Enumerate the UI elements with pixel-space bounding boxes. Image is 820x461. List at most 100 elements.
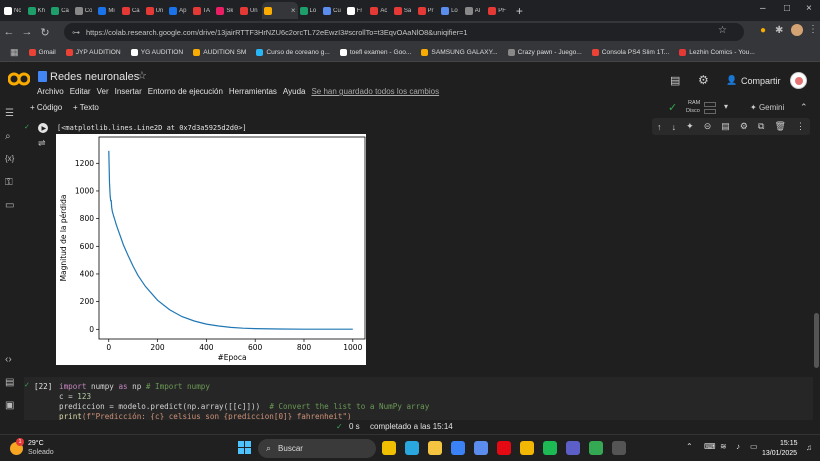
- bookmark-item[interactable]: YG AUDITION: [130, 48, 183, 56]
- browser-tab[interactable]: Ca: [120, 2, 144, 19]
- puzzle-icon[interactable]: ✱: [775, 25, 783, 36]
- code-snippets-icon[interactable]: ‹›: [5, 354, 12, 365]
- code-line-3[interactable]: prediccion = modelo.predict(np.array([[c…: [59, 402, 429, 411]
- browser-tab[interactable]: Co: [73, 2, 97, 19]
- menu-item[interactable]: Editar: [70, 87, 91, 96]
- store-icon[interactable]: [451, 441, 465, 455]
- extension-icon[interactable]: ●: [760, 25, 766, 36]
- bookmark-star-icon[interactable]: ☆: [718, 25, 727, 36]
- browser-tab[interactable]: PF: [486, 2, 510, 19]
- settings-gear-icon[interactable]: ⚙: [698, 73, 709, 87]
- bookmark-item[interactable]: SAMSUNG GALAXY...: [421, 48, 498, 56]
- bookmark-item[interactable]: AUDITION SM: [193, 48, 246, 56]
- browser-tab[interactable]: Kh: [26, 2, 50, 19]
- battery-icon[interactable]: ▭: [750, 442, 758, 451]
- keyboard-icon[interactable]: ⌨: [704, 442, 716, 451]
- tab-close-icon[interactable]: ×: [291, 6, 296, 15]
- teams-icon[interactable]: [566, 441, 580, 455]
- output-actions-icon[interactable]: ⇌: [38, 138, 46, 149]
- chrome-icon[interactable]: [589, 441, 603, 455]
- new-tab-button[interactable]: +: [516, 4, 523, 18]
- browser-tab[interactable]: Sk: [214, 2, 238, 19]
- menu-item[interactable]: Ayuda: [283, 87, 306, 96]
- command-palette-icon[interactable]: ▤: [5, 377, 14, 388]
- browser-tab[interactable]: TA: [191, 2, 215, 19]
- completed-status[interactable]: completado a las 15:14: [370, 422, 453, 431]
- maximize-icon[interactable]: □: [784, 3, 790, 14]
- scrollbar-thumb[interactable]: [814, 313, 819, 368]
- add-text-button[interactable]: + Texto: [73, 103, 99, 112]
- account-avatar[interactable]: [790, 72, 807, 89]
- comments-icon[interactable]: ▤: [670, 74, 680, 87]
- folder-icon[interactable]: [520, 441, 534, 455]
- run-cell-button[interactable]: ▶: [38, 123, 48, 133]
- bookmark-item[interactable]: toefl examen - Goo...: [339, 48, 411, 56]
- more-icon[interactable]: ⋮: [796, 121, 805, 132]
- delete-icon[interactable]: 🗑: [774, 121, 785, 132]
- add-code-button[interactable]: + Código: [30, 103, 62, 112]
- terminal-icon[interactable]: ▣: [5, 400, 14, 411]
- bookmark-item[interactable]: JYP AUDITION: [65, 48, 121, 56]
- code-line-2[interactable]: c = 123: [59, 392, 91, 401]
- browser-tab[interactable]: Lo: [439, 2, 463, 19]
- browser-tab[interactable]: Ac: [368, 2, 392, 19]
- terminal-icon[interactable]: [612, 441, 626, 455]
- browser-tab[interactable]: Al: [463, 2, 487, 19]
- link-icon[interactable]: ⊝: [704, 121, 712, 132]
- browser-tab[interactable]: Ap: [167, 2, 191, 19]
- wifi-icon[interactable]: ≋: [720, 442, 727, 451]
- netflix-icon[interactable]: [497, 441, 511, 455]
- tray-chevron-icon[interactable]: ⌃: [686, 442, 693, 451]
- browser-tab[interactable]: Un: [238, 2, 262, 19]
- browser-tab[interactable]: Un: [144, 2, 168, 19]
- notebook-title[interactable]: Redes neuronales: [50, 71, 139, 83]
- edge-icon[interactable]: [405, 441, 419, 455]
- browser-tab[interactable]: ×: [261, 2, 298, 19]
- profile-avatar[interactable]: [791, 24, 803, 36]
- colab-logo-icon[interactable]: [8, 71, 30, 87]
- start-windows-icon[interactable]: [238, 441, 252, 455]
- browser-tab[interactable]: Mi: [96, 2, 120, 19]
- mirror-icon[interactable]: ⧉: [758, 121, 764, 132]
- taskbar-search[interactable]: ⌕ Buscar: [258, 439, 376, 458]
- site-info-icon[interactable]: ⊶: [72, 28, 80, 37]
- bookmark-item[interactable]: Crazy pawn - Juego...: [507, 48, 582, 56]
- secrets-key-icon[interactable]: ⚿: [5, 177, 13, 188]
- menu-item[interactable]: Archivo: [37, 87, 64, 96]
- move-up-icon[interactable]: ↑: [657, 122, 662, 132]
- omnibox[interactable]: ⊶ https://colab.research.google.com/driv…: [64, 23, 744, 41]
- ram-meter[interactable]: [704, 102, 716, 107]
- files-icon[interactable]: [428, 441, 442, 455]
- menu-item[interactable]: Insertar: [115, 87, 142, 96]
- window-close-icon[interactable]: ×: [806, 3, 812, 14]
- explorer-icon[interactable]: [382, 441, 396, 455]
- forward-icon[interactable]: →: [18, 26, 36, 38]
- toc-icon[interactable]: ☰: [5, 108, 14, 119]
- share-button[interactable]: Compartir: [741, 76, 781, 86]
- variables-icon[interactable]: {x}: [5, 154, 14, 163]
- sparkle-icon[interactable]: ✦: [686, 121, 694, 132]
- code-line-1[interactable]: import numpy as np # Import numpy: [59, 382, 210, 391]
- clock-date[interactable]: 13/01/2025: [762, 450, 797, 457]
- clock-time[interactable]: 15:15: [780, 440, 798, 447]
- volume-icon[interactable]: ♪: [736, 442, 740, 451]
- move-down-icon[interactable]: ↓: [672, 122, 677, 132]
- browser-tab[interactable]: Sa: [392, 2, 416, 19]
- menu-item[interactable]: Ver: [97, 87, 109, 96]
- bookmark-item[interactable]: Consola PS4 Slim 1T...: [591, 48, 669, 56]
- bookmark-item[interactable]: Gmail: [28, 48, 56, 56]
- browser-tab[interactable]: Fr: [345, 2, 369, 19]
- share-icon[interactable]: 👤: [726, 75, 737, 86]
- cell-settings-icon[interactable]: ⚙: [740, 121, 748, 132]
- bookmark-item[interactable]: Curso de coreano g...: [256, 48, 330, 56]
- browser-tab[interactable]: Ca: [49, 2, 73, 19]
- scrollbar[interactable]: [813, 118, 820, 420]
- save-status-link[interactable]: Se han guardado todos los cambios: [311, 87, 439, 96]
- spotify-icon[interactable]: [543, 441, 557, 455]
- apps-grid-icon[interactable]: ▦: [10, 47, 19, 58]
- browser-tab[interactable]: Nc: [2, 2, 26, 19]
- back-icon[interactable]: ←: [0, 26, 18, 38]
- disk-meter[interactable]: [704, 109, 716, 114]
- browser-tab[interactable]: Cu: [321, 2, 345, 19]
- runtime-dropdown-icon[interactable]: ▾: [724, 102, 728, 111]
